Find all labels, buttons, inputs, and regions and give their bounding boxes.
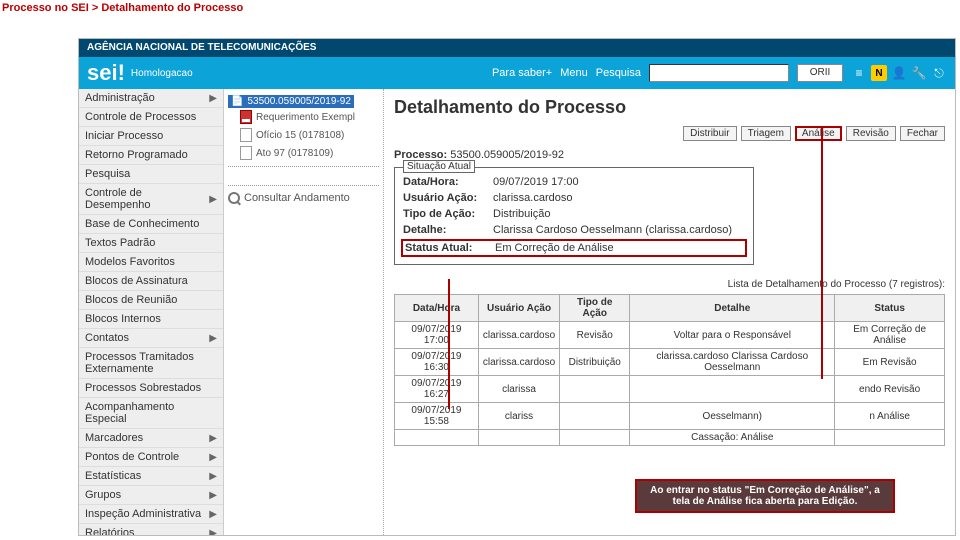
detail-table: Data/HoraUsuário AçãoTipo de AçãoDetalhe… [394,294,945,446]
sidebar-item[interactable]: Relatórios▶ [79,524,223,536]
sidebar-item[interactable]: Retorno Programado [79,146,223,165]
situacao-row: Data/Hora:09/07/2019 17:00 [403,174,745,190]
link-menu[interactable]: Menu [560,67,588,79]
agency-bar: AGÊNCIA NACIONAL DE TELECOMUNICAÇÕES [79,39,955,57]
sidebar-item[interactable]: Base de Conhecimento [79,215,223,234]
sidebar-item[interactable]: Pontos de Controle▶ [79,448,223,467]
action-buttons: Distribuir Triagem Análise Revisão Fechar [394,126,945,141]
table-row: 09/07/2019 17:00clarissa.cardosoRevisãoV… [395,322,945,349]
tree-doc[interactable]: Ofício 15 (0178108) [228,126,379,144]
consultar-andamento[interactable]: Consultar Andamento [228,185,379,204]
sidebar-item[interactable]: Grupos▶ [79,486,223,505]
sidebar-item[interactable]: Administração▶ [79,89,223,108]
action-button[interactable]: Triagem [741,126,791,141]
sidebar-item[interactable]: Inspeção Administrativa▶ [79,505,223,524]
unit-select[interactable]: ORII [797,64,843,82]
sidebar-item[interactable]: Controle de Processos [79,108,223,127]
sidebar-item[interactable]: Blocos Internos [79,310,223,329]
sidebar-item[interactable]: Pesquisa [79,165,223,184]
action-button[interactable]: Análise [795,126,842,141]
tree-doc[interactable]: Ato 97 (0178109) [228,144,379,162]
sidebar-item[interactable]: Processos Tramitados Externamente [79,348,223,379]
col-header: Status [835,295,945,322]
col-header: Tipo de Ação [560,295,630,322]
situacao-box: Situação Atual Data/Hora:09/07/2019 17:0… [394,167,754,265]
col-header: Detalhe [630,295,835,322]
sidebar-item[interactable]: Iniciar Processo [79,127,223,146]
sidebar-item[interactable]: Processos Sobrestados [79,379,223,398]
col-header: Usuário Ação [478,295,559,322]
page-title: Detalhamento do Processo [394,97,945,118]
action-button[interactable]: Fechar [900,126,945,141]
search-input[interactable] [649,64,789,82]
situacao-row: Usuário Ação:clarissa.cardoso [403,190,745,206]
app-window: AGÊNCIA NACIONAL DE TELECOMUNICAÇÕES sei… [78,38,956,536]
situacao-row: Status Atual:Em Correção de Análise [401,239,747,257]
sidebar-item[interactable]: Estatísticas▶ [79,467,223,486]
process-tree: 📄 53500.059005/2019-92 Requerimento Exem… [224,89,384,535]
topbar: sei! Homologacao Para saber+ Menu Pesqui… [79,57,955,89]
breadcrumb: Processo no SEI > Detalhamento do Proces… [2,2,243,14]
process-number[interactable]: 📄 53500.059005/2019-92 [228,95,354,108]
search-icon [228,192,240,204]
user-icon[interactable]: 👤 [891,65,907,81]
table-row: Cassação: Análise [395,430,945,446]
table-row: 09/07/2019 16:30clarissa.cardosoDistribu… [395,349,945,376]
document-icon [240,128,252,142]
sidebar-item[interactable]: Blocos de Assinatura [79,272,223,291]
logo: sei! Homologacao [87,60,193,86]
pdf-icon [240,110,252,124]
sidebar-item[interactable]: Marcadores▶ [79,429,223,448]
notification-icon[interactable]: N [871,65,887,81]
tree-doc[interactable]: Requerimento Exempl [228,108,379,126]
process-line: Processo: 53500.059005/2019-92 [394,149,945,161]
red-line [821,127,823,379]
callout-box: Ao entrar no status "Em Correção de Anál… [635,479,895,513]
red-line [448,279,450,409]
sidebar-item[interactable]: Blocos de Reunião [79,291,223,310]
exit-icon[interactable]: ⎋ [931,65,947,81]
situacao-legend: Situação Atual [403,160,475,173]
table-row: 09/07/2019 16:27clarissaendo Revisão [395,376,945,403]
label-pesquisa: Pesquisa [596,67,641,79]
sidebar-item[interactable]: Textos Padrão [79,234,223,253]
settings-icon[interactable]: 🔧 [911,65,927,81]
sidebar: Administração▶Controle de ProcessosInici… [79,89,224,535]
table-row: 09/07/2019 15:58clarissOesselmann)n Anál… [395,403,945,430]
sidebar-item[interactable]: Controle de Desempenho▶ [79,184,223,215]
col-header: Data/Hora [395,295,479,322]
action-button[interactable]: Distribuir [683,126,736,141]
list-info: Lista de Detalhamento do Processo (7 reg… [394,279,945,290]
document-icon [240,146,252,160]
situacao-row: Tipo de Ação:Distribuição [403,206,745,222]
sidebar-item[interactable]: Modelos Favoritos [79,253,223,272]
list-icon[interactable]: ≡ [851,65,867,81]
link-parasaber[interactable]: Para saber+ [492,67,552,79]
sidebar-item[interactable]: Contatos▶ [79,329,223,348]
action-button[interactable]: Revisão [846,126,896,141]
content-panel: Detalhamento do Processo Distribuir Triag… [384,89,955,535]
situacao-row: Detalhe:Clarissa Cardoso Oesselmann (cla… [403,222,745,238]
sidebar-item[interactable]: Acompanhamento Especial [79,398,223,429]
